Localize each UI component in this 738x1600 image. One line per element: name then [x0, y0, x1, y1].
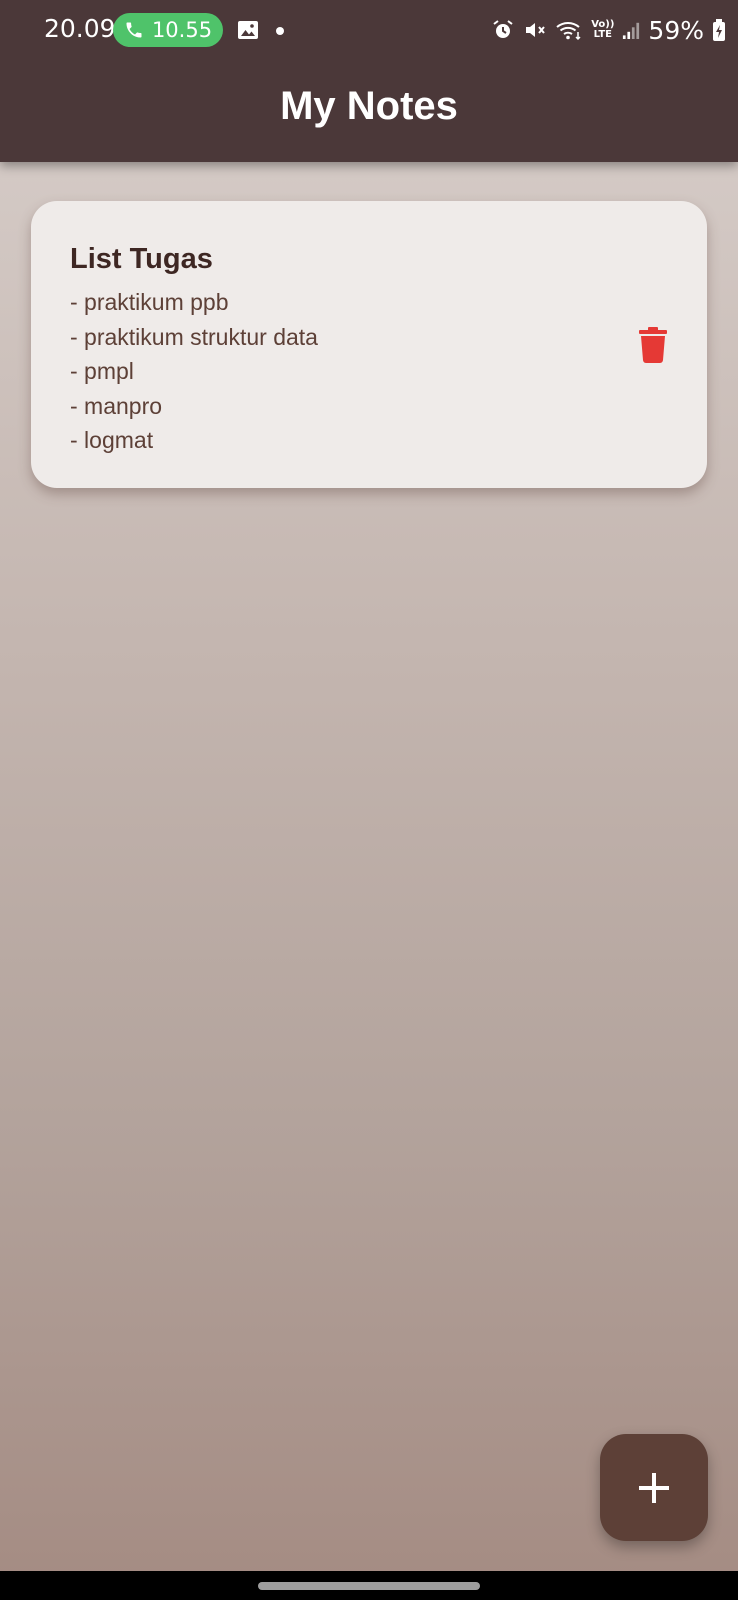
add-note-button[interactable] — [600, 1434, 708, 1541]
note-card[interactable]: List Tugas - praktikum ppb - praktikum s… — [31, 201, 707, 488]
notification-dot-icon — [276, 27, 284, 35]
battery-charging-icon — [713, 19, 725, 41]
status-time: 20.09 — [44, 14, 116, 43]
alarm-icon — [493, 20, 513, 38]
gallery-icon — [238, 21, 258, 39]
note-title: List Tugas — [70, 243, 213, 275]
phone-icon — [126, 22, 142, 38]
note-line: - praktikum struktur data — [70, 323, 318, 350]
mute-icon — [526, 23, 545, 37]
top-bar: 20.09 10.55 Vo)) LTE 59% My Notes — [0, 0, 738, 162]
note-content: - praktikum ppb - praktikum struktur dat… — [70, 285, 318, 458]
trash-icon — [639, 327, 667, 363]
call-duration: 10.55 — [151, 18, 213, 42]
page-title: My Notes — [280, 84, 458, 128]
note-line: - praktikum ppb — [70, 289, 229, 315]
ongoing-call-pill[interactable]: 10.55 — [113, 13, 223, 47]
delete-note-button[interactable] — [625, 317, 681, 373]
plus-icon — [639, 1472, 669, 1503]
home-gesture-handle[interactable] — [258, 1582, 480, 1590]
note-line: - logmat — [70, 427, 154, 453]
volte-bottom-label: LTE — [593, 29, 612, 40]
note-line: - manpro — [70, 392, 163, 419]
navigation-bar — [0, 1571, 738, 1600]
signal-icon — [623, 22, 640, 39]
volte-indicator: Vo)) LTE — [591, 20, 614, 40]
status-bar: 20.09 10.55 Vo)) LTE 59% — [0, 0, 738, 62]
status-icons: Vo)) LTE 59% — [491, 12, 726, 48]
note-line: - pmpl — [70, 358, 134, 384]
battery-percent: 59% — [648, 15, 704, 45]
wifi-icon — [556, 22, 581, 41]
